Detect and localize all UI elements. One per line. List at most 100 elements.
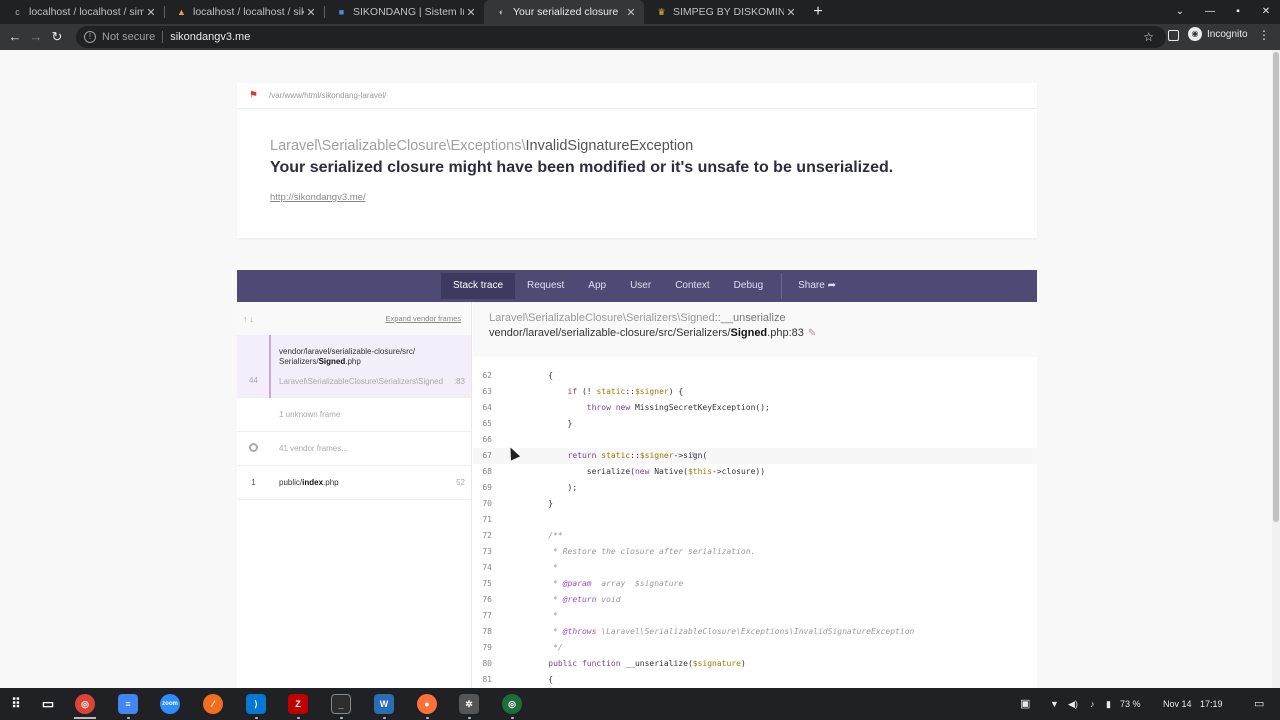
close-icon[interactable]: ✕ [304, 6, 318, 19]
frame-file: vendor/laravel/serializable-closure/src/… [279, 347, 465, 367]
tab-search-icon[interactable]: ⌄ [1166, 0, 1194, 24]
code-file-suffix: .php:83 [767, 327, 804, 339]
tab-localhost-sikon[interactable]: ▲ localhost / localhost / sikon ✕ [164, 0, 324, 24]
code-line: 73 * Restore the closure after serializa… [473, 544, 1037, 560]
frame-file-dir: vendor/laravel/serializable-closure/src/ [279, 347, 416, 356]
line-number: 76 [482, 595, 492, 604]
tab-title: localhost / localhost / simp [29, 6, 144, 18]
tab-title: localhost / localhost / sikon [193, 6, 304, 18]
tab-simpeg[interactable]: ♛ SIMPEG BY DISKOMINFO K ✕ [644, 0, 804, 24]
line-number: 68 [482, 467, 492, 476]
frame-class-row: Laravel\SerializableClosure\Serializers\… [279, 377, 465, 386]
mic-icon[interactable]: ♪ [1090, 688, 1095, 720]
line-code: if (! static::$signer) { [567, 387, 684, 396]
line-code: * [529, 611, 558, 620]
tab-favicon-icon: ◐ [498, 6, 505, 17]
tab-title: Your serialized closure [513, 6, 619, 18]
scrollbar-thumb[interactable] [1273, 52, 1279, 522]
address-bar[interactable]: ! Not secure sikondangv3.me ☆ [76, 26, 1166, 48]
edit-line-pencil-icon[interactable]: ✎ [691, 448, 698, 464]
filezilla-icon[interactable]: Z [288, 694, 308, 714]
vendor-frames-icon [249, 443, 258, 452]
tab-stack-trace[interactable]: Stack trace [441, 273, 516, 299]
overview-icon[interactable]: ▭ [1254, 688, 1264, 720]
tab-localhost-simp[interactable]: c localhost / localhost / simp ✕ [0, 0, 164, 24]
edit-pencil-icon[interactable]: ✎ [808, 328, 816, 339]
terminal-icon[interactable]: _ [331, 694, 351, 714]
running-indicator [340, 717, 343, 719]
tab-request[interactable]: Request [515, 273, 576, 299]
exception-class: Laravel\SerializableClosure\Exceptions\I… [270, 138, 693, 154]
tab-serialized-closure[interactable]: ◐ Your serialized closure ✕ [484, 0, 644, 24]
frame-unknown[interactable]: 1 unknown frame [237, 398, 471, 432]
close-window-icon[interactable]: ✕ [1252, 0, 1280, 24]
chrome-icon[interactable]: ◎ [75, 694, 95, 714]
tab-title: SIKONDANG | Sistem Inform [353, 6, 464, 18]
request-url-link[interactable]: http://sikondangv3.me/ [270, 192, 366, 203]
menu-kebab-icon[interactable]: ⋮ [1258, 28, 1270, 42]
frame-nav-arrows-icon[interactable]: ↑↓ [243, 314, 256, 324]
tab-debug[interactable]: Debug [722, 273, 775, 299]
warning-icon[interactable]: ! [84, 31, 96, 43]
code-method: ::__unserialize [714, 312, 786, 324]
docs-icon[interactable]: ≡ [118, 694, 138, 714]
code-line: 75 * @param array $signature [473, 576, 1037, 592]
vscode-icon[interactable]: ⟩ [246, 694, 266, 714]
new-tab-button[interactable]: + [808, 2, 828, 22]
firefox-icon[interactable]: ● [417, 694, 437, 714]
unknown-frame-label: 1 unknown frame [279, 410, 341, 419]
close-icon[interactable]: ✕ [784, 6, 798, 19]
share-button[interactable]: Share ➦ [786, 273, 848, 299]
forward-arrow-icon[interactable]: → [27, 28, 45, 46]
vendor-frames-label: 41 vendor frames... [279, 444, 348, 453]
zoom-icon[interactable]: zoom [160, 694, 180, 714]
line-code: { [529, 675, 554, 684]
line-code: */ [529, 643, 563, 652]
tab-context[interactable]: Context [663, 273, 721, 299]
tab-sikondang[interactable]: ■ SIKONDANG | Sistem Inform ✕ [324, 0, 484, 24]
url-text[interactable]: sikondangv3.me [170, 31, 250, 43]
code-line: 64 throw new MissingSecretKeyException()… [473, 400, 1037, 416]
tab-app[interactable]: App [576, 273, 618, 299]
code-line: 62 { [473, 368, 1037, 384]
close-icon[interactable]: ✕ [464, 6, 478, 19]
settings-app-icon[interactable]: ✲ [459, 694, 479, 714]
close-icon[interactable]: ✕ [144, 6, 158, 19]
chrome-dev-icon[interactable]: ◎ [502, 694, 522, 714]
line-code: throw new MissingSecretKeyException(); [586, 403, 770, 412]
minimize-icon[interactable]: — [1196, 0, 1224, 24]
frame-file: public/index.php [279, 478, 339, 488]
wifi-icon[interactable]: ▼ [1050, 688, 1059, 720]
expand-vendor-frames-link[interactable]: Expand vendor frames [386, 314, 461, 323]
frame-vendor-group[interactable]: 41 vendor frames... [237, 432, 471, 466]
maximize-icon[interactable]: ▪ [1224, 0, 1252, 24]
launcher-grid-icon[interactable]: ⠿ [6, 694, 26, 714]
side-panel-icon[interactable] [1168, 30, 1179, 41]
frame-selected[interactable]: 44 vendor/laravel/serializable-closure/s… [237, 335, 471, 398]
line-number: 69 [482, 483, 492, 492]
back-arrow-icon[interactable]: ← [6, 28, 24, 46]
bookmark-star-icon[interactable]: ☆ [1143, 30, 1154, 44]
frame-number: 1 [251, 478, 256, 487]
exception-message: Your serialized closure might have been … [270, 159, 894, 176]
page-scrollbar[interactable] [1272, 50, 1280, 688]
exception-namespace: Laravel\SerializableClosure\Exceptions\ [270, 138, 526, 154]
volume-icon[interactable]: ◀) [1068, 688, 1078, 720]
camera-icon[interactable]: ▣ [1020, 688, 1030, 720]
line-number: 72 [482, 531, 492, 540]
code-line: 72 /** [473, 528, 1037, 544]
code-line: 69 ); [473, 480, 1037, 496]
frame-line: :83 [453, 377, 465, 386]
tab-favicon-icon: ▲ [177, 6, 186, 17]
files-folder-icon[interactable]: ▭ [38, 694, 58, 714]
line-number: 80 [482, 659, 492, 668]
close-icon[interactable]: ✕ [624, 6, 638, 19]
reload-icon[interactable]: ↻ [48, 28, 66, 46]
incognito-badge[interactable]: ◉ Incognito [1188, 27, 1248, 41]
frame-index[interactable]: 1 public/index.php 52 [237, 466, 471, 500]
sublime-icon[interactable]: ⁄ [203, 694, 223, 714]
not-secure-label: Not secure [102, 31, 156, 43]
monitor-app-icon[interactable]: W [374, 694, 394, 714]
tab-user[interactable]: User [618, 273, 663, 299]
battery-icon[interactable]: ▮ [1106, 688, 1111, 720]
